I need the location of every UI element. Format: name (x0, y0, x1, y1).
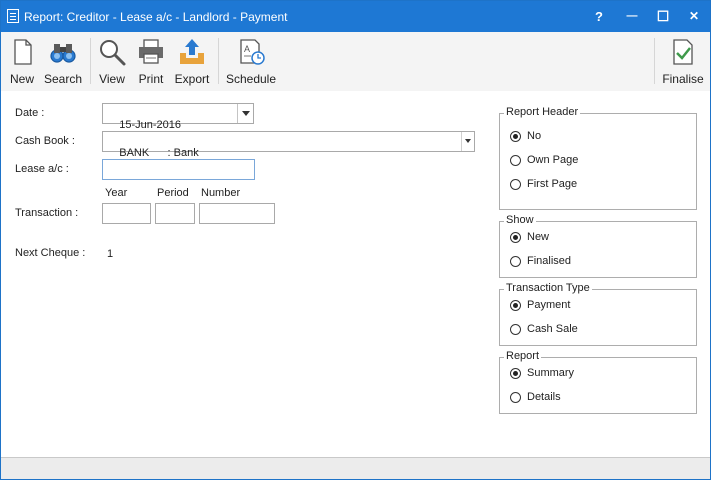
radio-selected-icon (510, 368, 521, 379)
date-field[interactable]: 15-Jun-2016 (102, 103, 254, 131)
year-header: Year (105, 187, 128, 199)
radio-label: Payment (527, 299, 571, 311)
magnifier-icon (100, 40, 126, 66)
help-button[interactable]: ? (584, 1, 614, 32)
maximize-button[interactable]: ☐ (648, 1, 678, 32)
export-icon (180, 39, 204, 64)
transaction-type-group: Transaction Type Payment Cash Sale (499, 282, 697, 346)
window-title: Report: Creditor - Lease a/c - Landlord … (24, 10, 288, 24)
minimize-button[interactable]: — (617, 1, 647, 32)
status-bar (1, 457, 710, 479)
binoculars-icon (50, 44, 76, 63)
export-label: Export (174, 72, 210, 86)
print-button[interactable]: Print (134, 32, 168, 91)
export-button[interactable]: Export (172, 32, 212, 91)
transaction-label: Transaction : (15, 207, 79, 219)
toolbar: New Search View Print Export A Schedule … (1, 32, 710, 91)
radio-label: Cash Sale (527, 323, 578, 335)
number-header: Number (201, 187, 241, 199)
toolbar-separator (218, 38, 219, 84)
chevron-down-icon[interactable] (461, 132, 474, 151)
radio-label: First Page (527, 178, 578, 190)
toolbar-separator (90, 38, 91, 84)
close-button[interactable]: ✕ (679, 1, 709, 32)
radio-icon (510, 392, 521, 403)
date-label: Date : (15, 107, 45, 119)
lease-label: Lease a/c : (15, 163, 69, 175)
search-label: Search (43, 72, 83, 86)
view-button[interactable]: View (95, 32, 129, 91)
schedule-icon: A (240, 39, 265, 65)
svg-text:A: A (244, 44, 250, 54)
report-window: Report: Creditor - Lease a/c - Landlord … (0, 0, 711, 480)
radio-selected-icon (510, 232, 521, 243)
search-button[interactable]: Search (43, 32, 83, 91)
lease-account-input[interactable] (102, 159, 255, 180)
finalise-icon (673, 39, 693, 65)
radio-icon (510, 179, 521, 190)
report-title: Report (504, 350, 542, 362)
year-input[interactable] (102, 203, 151, 224)
date-value: 15-Jun-2016 (119, 119, 182, 131)
app-icon (7, 9, 19, 23)
number-input[interactable] (199, 203, 275, 224)
chevron-down-icon[interactable] (237, 104, 253, 123)
transaction-type-title: Transaction Type (504, 282, 592, 294)
radio-icon (510, 155, 521, 166)
radio-icon (510, 324, 521, 335)
new-document-icon (14, 39, 32, 65)
toolbar-separator (654, 38, 655, 84)
report-header-group: Report Header No Own Page First Page (499, 106, 697, 210)
schedule-label: Schedule (225, 72, 277, 86)
period-input[interactable] (155, 203, 195, 224)
new-label: New (9, 72, 34, 86)
period-header: Period (157, 187, 189, 199)
radio-label: Summary (527, 367, 575, 379)
printer-icon (139, 39, 163, 64)
cashbook-select[interactable]: BANK : Bank (102, 131, 475, 159)
radio-selected-icon (510, 131, 521, 142)
schedule-button[interactable]: A Schedule (225, 32, 277, 91)
next-cheque-label: Next Cheque : (15, 247, 86, 259)
show-title: Show (504, 214, 536, 226)
radio-label: Finalised (527, 255, 572, 267)
report-group: Report Summary Details (499, 350, 697, 414)
new-button[interactable]: New (3, 32, 41, 91)
radio-label: No (527, 130, 542, 142)
print-label: Print (138, 72, 164, 86)
finalise-label: Finalise (662, 72, 704, 86)
radio-icon (510, 256, 521, 267)
title-bar: Report: Creditor - Lease a/c - Landlord … (1, 1, 710, 32)
finalise-button[interactable]: Finalise (660, 32, 706, 91)
cashbook-label: Cash Book : (15, 135, 75, 147)
radio-label: Own Page (527, 154, 579, 166)
report-header-title: Report Header (504, 106, 581, 118)
radio-selected-icon (510, 300, 521, 311)
show-group: Show New Finalised (499, 214, 697, 278)
next-cheque-value: 1 (107, 248, 114, 260)
cashbook-value: BANK : Bank (119, 147, 199, 159)
radio-label: Details (527, 391, 561, 403)
view-label: View (99, 72, 125, 86)
radio-label: New (527, 231, 550, 243)
